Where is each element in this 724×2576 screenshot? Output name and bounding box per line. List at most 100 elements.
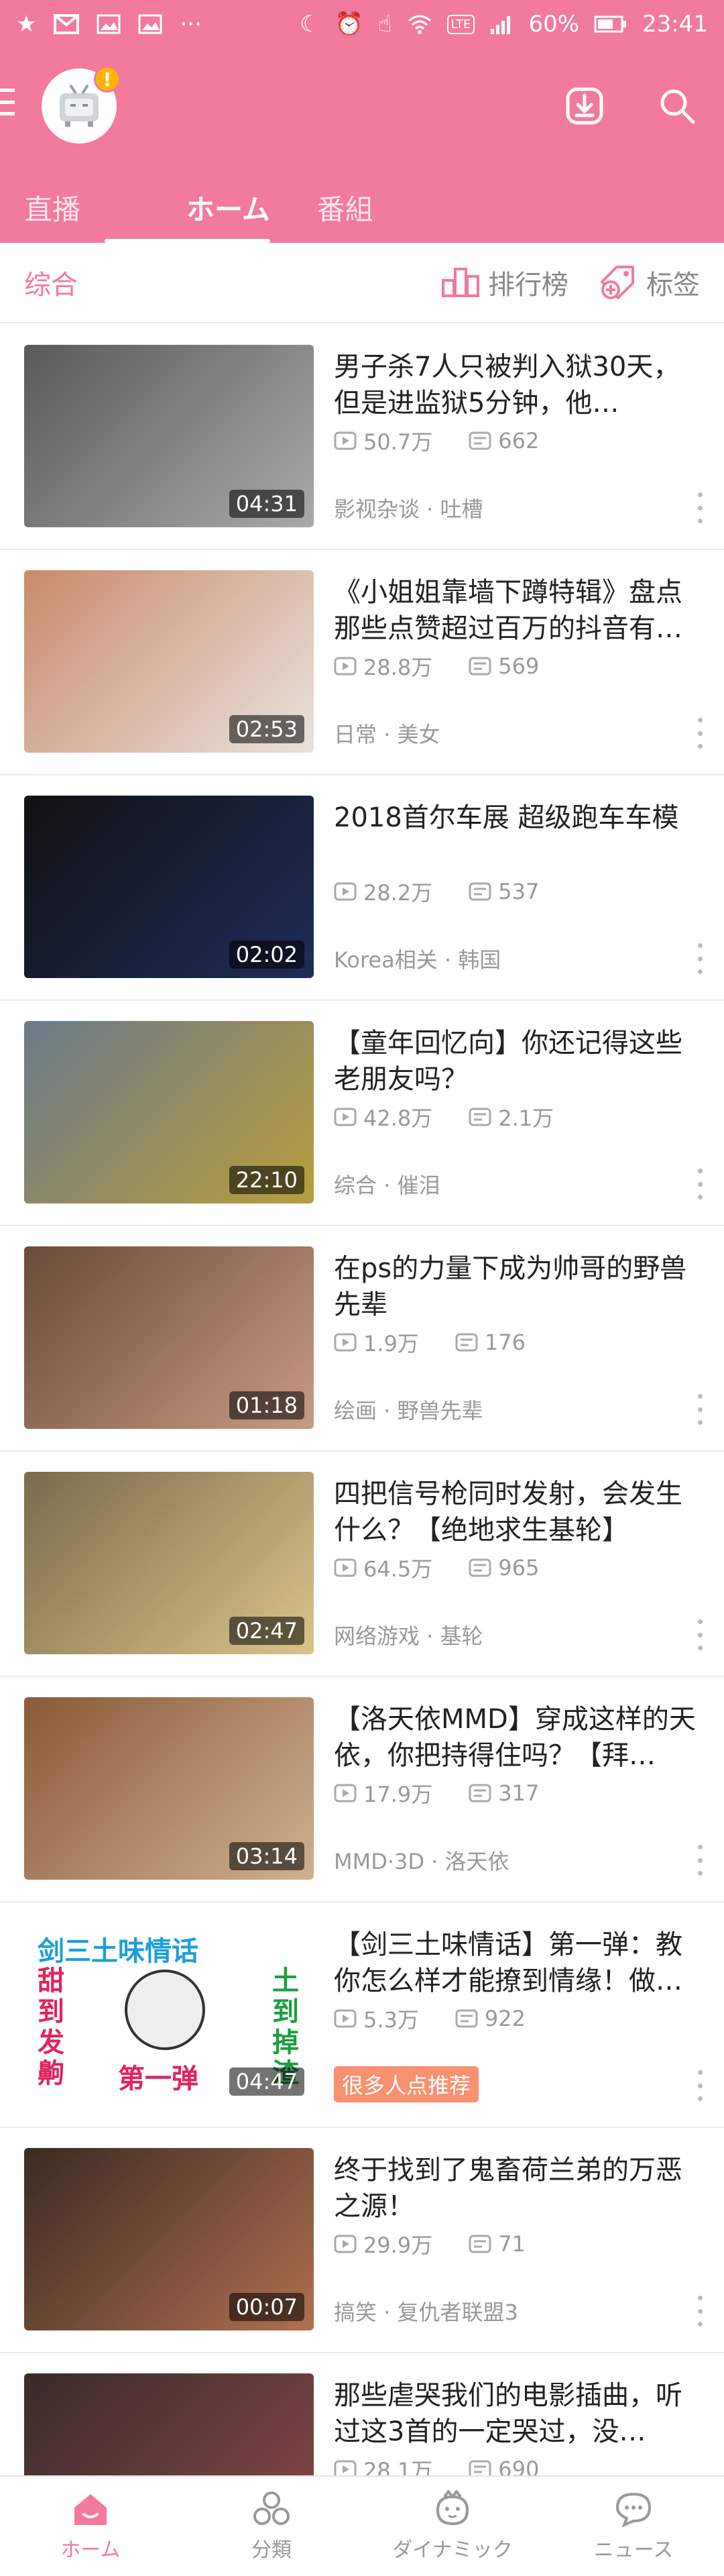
- more-notifications-icon: ···: [180, 11, 202, 38]
- comment-count: 965: [498, 1555, 540, 1580]
- video-category[interactable]: Korea相关 · 韩国: [334, 943, 501, 974]
- views-stat: 17.9万: [334, 1778, 432, 1809]
- video-stats: 64.5万 965: [334, 1552, 575, 1583]
- nav-dynamic[interactable]: ダイナミック: [362, 2477, 543, 2576]
- video-title[interactable]: 2018首尔车展 超级跑车车模: [334, 800, 704, 872]
- notification-badge: !: [94, 66, 121, 93]
- video-item[interactable]: 剑三土味情话甜到发齁土到掉渣第一弹04:47 【剑三土味情话】第一弹：教你怎么样才…: [0, 1902, 724, 2128]
- more-options-button[interactable]: [693, 492, 707, 523]
- menu-button[interactable]: [0, 82, 27, 122]
- dynamic-icon: [436, 2490, 469, 2526]
- view-count: 64.5万: [363, 1556, 433, 1582]
- views-stat: 42.8万: [334, 1102, 432, 1132]
- comment-count: 662: [498, 428, 540, 453]
- video-item[interactable]: 03:14 【洛天依MMD】穿成这样的天依，你把持得住吗？【拜… 17.9万 317 M…: [0, 1677, 724, 1902]
- categories-icon: [253, 2491, 290, 2525]
- video-thumbnail[interactable]: 22:10: [24, 1021, 314, 1203]
- views-stat: 5.3万: [334, 2003, 419, 2034]
- more-options-button[interactable]: [693, 1169, 707, 1199]
- comments-stat: 317: [469, 1780, 539, 1806]
- download-icon: [566, 87, 603, 125]
- video-title[interactable]: 终于找到了鬼畜荷兰弟的万恶之源！: [334, 2152, 704, 2224]
- video-category[interactable]: 网络游戏 · 基轮: [334, 1619, 483, 1650]
- video-thumbnail[interactable]: 00:07: [24, 2148, 314, 2330]
- video-category[interactable]: 综合 · 催泪: [334, 1169, 440, 1199]
- tab-anime[interactable]: 番組: [270, 180, 373, 243]
- video-thumbnail[interactable]: 04:31: [24, 345, 314, 527]
- app-header: ! 直播 ホーム 番組: [0, 48, 724, 243]
- comment-count-icon: [455, 2009, 478, 2028]
- video-title[interactable]: 四把信号枪同时发射，会发生什么？【绝地求生基轮】: [334, 1476, 704, 1548]
- more-options-button[interactable]: [693, 2070, 707, 2101]
- video-item[interactable]: 02:47 四把信号枪同时发射，会发生什么？【绝地求生基轮】 64.5万 965 网络游…: [0, 1452, 724, 1677]
- tab-live[interactable]: 直播: [0, 180, 80, 243]
- download-button[interactable]: [560, 82, 609, 130]
- comment-count-icon: [469, 1108, 491, 1126]
- video-item[interactable]: 02:02 2018首尔车展 超级跑车车模 28.2万 537 Korea相关 · 韩国: [0, 775, 724, 1001]
- video-thumbnail[interactable]: 02:53: [24, 570, 314, 753]
- views-stat: 1.9万: [334, 1327, 419, 1358]
- video-category[interactable]: 绘画 · 野兽先辈: [334, 1394, 483, 1425]
- video-title[interactable]: 【剑三土味情话】第一弹：教你怎么样才能撩到情缘！做…: [334, 1927, 704, 1999]
- video-item[interactable]: 22:10 【童年回忆向】你还记得这些老朋友吗？ 42.8万 2.1万 综合 · 催泪: [0, 1001, 724, 1226]
- video-thumbnail[interactable]: 03:14: [24, 1697, 314, 1880]
- thumb-text-left: 甜到发齁: [38, 1966, 64, 2089]
- touch-icon: ☝: [377, 11, 392, 38]
- video-stats: 28.2万 537: [334, 876, 575, 907]
- view-count: 1.9万: [363, 1331, 419, 1356]
- nav-home[interactable]: ホーム: [0, 2477, 181, 2576]
- video-category[interactable]: MMD·3D · 洛天依: [334, 1845, 509, 1876]
- play-count-icon: [334, 2235, 357, 2253]
- more-options-button[interactable]: [693, 1845, 707, 1876]
- category-all[interactable]: 综合: [24, 263, 78, 302]
- comment-count-icon: [469, 2235, 491, 2253]
- tab-home[interactable]: ホーム: [80, 180, 270, 243]
- video-title[interactable]: 男子杀7人只被判入狱30天，但是进监狱5分钟，他…: [334, 349, 704, 421]
- battery-percent: 60%: [528, 11, 580, 38]
- search-button[interactable]: [653, 82, 701, 130]
- video-title[interactable]: 在ps的力量下成为帅哥的野兽先辈: [334, 1250, 704, 1323]
- more-options-button[interactable]: [693, 1394, 707, 1425]
- nav-home-label: ホーム: [60, 2538, 121, 2562]
- video-title[interactable]: 【洛天依MMD】穿成这样的天依，你把持得住吗？【拜…: [334, 1701, 704, 1774]
- video-title[interactable]: 那些虐哭我们的电影插曲，听过这3首的一定哭过，没…: [334, 2377, 704, 2450]
- video-category[interactable]: 搞笑 · 复仇者联盟3: [334, 2296, 518, 2326]
- recommend-badge: 很多人点推荐: [334, 2066, 479, 2102]
- more-options-button[interactable]: [693, 718, 707, 749]
- tags-label: 标签: [646, 270, 700, 301]
- video-thumbnail[interactable]: 02:02: [24, 796, 314, 978]
- video-item[interactable]: 04:31 男子杀7人只被判入狱30天，但是进监狱5分钟，他… 50.7万 662 影视…: [0, 325, 724, 550]
- video-item[interactable]: 01:18 在ps的力量下成为帅哥的野兽先辈 1.9万 176 绘画 · 野兽先辈: [0, 1226, 724, 1452]
- video-thumbnail[interactable]: 01:18: [24, 1246, 314, 1429]
- play-count-icon: [334, 1108, 357, 1126]
- view-count: 17.9万: [363, 1782, 433, 1807]
- ranking-button[interactable]: 排行榜: [441, 263, 568, 302]
- play-count-icon: [334, 657, 357, 676]
- video-title[interactable]: 【童年回忆向】你还记得这些老朋友吗？: [334, 1025, 704, 1097]
- comment-count-icon: [469, 431, 491, 450]
- category-bar: 综合 排行榜 标签: [0, 243, 724, 323]
- video-thumbnail[interactable]: 02:47: [24, 1472, 314, 1654]
- comment-count-icon: [469, 1558, 491, 1577]
- video-duration: 04:47: [229, 2068, 304, 2096]
- views-stat: 29.9万: [334, 2229, 432, 2259]
- tags-button[interactable]: 标签: [599, 263, 700, 302]
- comment-count: 317: [498, 1780, 540, 1806]
- comments-stat: 569: [469, 653, 539, 679]
- nav-categories[interactable]: 分類: [181, 2477, 362, 2576]
- video-item[interactable]: 02:53 《小姐姐靠墙下蹲特辑》盘点那些点赞超过百万的抖音有… 28.8万 569 日…: [0, 550, 724, 775]
- nav-news[interactable]: ニュース: [543, 2477, 724, 2576]
- video-stats: 50.7万 662: [334, 425, 575, 456]
- more-options-button[interactable]: [693, 943, 707, 974]
- video-title[interactable]: 《小姐姐靠墙下蹲特辑》盘点那些点赞超过百万的抖音有…: [334, 574, 704, 647]
- video-category[interactable]: 影视杂谈 · 吐槽: [334, 492, 483, 523]
- video-category[interactable]: 日常 · 美女: [334, 718, 440, 749]
- video-item[interactable]: 00:07 终于找到了鬼畜荷兰弟的万恶之源！ 29.9万 71 搞笑 · 复仇者联盟3: [0, 2128, 724, 2353]
- more-options-button[interactable]: [693, 1619, 707, 1650]
- more-options-button[interactable]: [693, 2296, 707, 2326]
- video-thumbnail[interactable]: 剑三土味情话甜到发齁土到掉渣第一弹04:47: [24, 1923, 314, 2105]
- play-count-icon: [334, 1558, 357, 1577]
- comments-stat: 71: [469, 2231, 526, 2257]
- video-stats: 5.3万 922: [334, 2003, 562, 2034]
- comments-stat: 176: [455, 1330, 526, 1355]
